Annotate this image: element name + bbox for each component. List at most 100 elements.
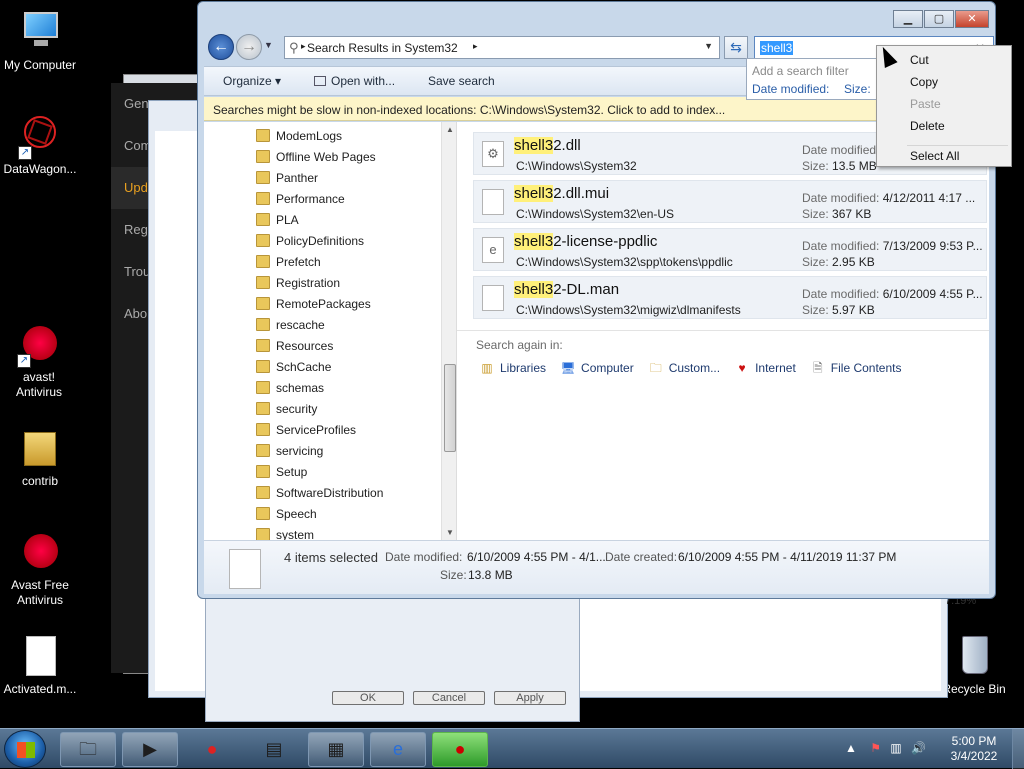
taskbar-control-panel[interactable]: ▦: [308, 732, 364, 767]
folder-icon: [256, 381, 270, 394]
folder-icon: [256, 297, 270, 310]
taskbar-avast[interactable]: ●: [184, 732, 240, 767]
address-bar[interactable]: ⚲ ▸ Search Results in System32 ▸ ▼: [284, 36, 720, 59]
recent-pages-dropdown[interactable]: ▼: [264, 40, 273, 50]
clock[interactable]: 5:00 PM 3/4/2022: [946, 734, 1002, 764]
back-button[interactable]: ←: [208, 34, 234, 60]
folder-icon: [256, 507, 270, 520]
avast-icon: [18, 530, 62, 574]
details-pane: 4 items selected Date modified: 6/10/200…: [204, 540, 989, 594]
folder-icon: [256, 444, 270, 457]
internet-explorer-icon: e: [392, 739, 403, 759]
result-size-value: 2.95 KB: [832, 255, 875, 269]
computer-icon: 🖥: [560, 361, 576, 375]
menu-item-select-all[interactable]: Select All: [910, 149, 959, 163]
nav-folder-label: Panther: [276, 171, 319, 185]
search-again-link-label: Internet: [755, 361, 796, 375]
nav-folder-label: system: [276, 528, 315, 540]
avast-icon: ↗: [17, 322, 61, 368]
search-again-link[interactable]: 🗎 File Contents: [810, 360, 902, 376]
nav-folder-label: Registration: [276, 276, 341, 290]
result-row[interactable]: e shell32-license-ppdlic C:\Windows\System…: [473, 228, 987, 271]
filter-date-modified[interactable]: Date modified:: [752, 82, 829, 96]
size-value: 13.8 MB: [468, 568, 513, 582]
search-again-links: ▥ Libraries 🖥 Computer 🗀 Custom... ♥ Internet 🗎 F…: [479, 360, 915, 376]
search-highlight: shell3: [514, 233, 554, 250]
date-created-label: Date created:: [605, 550, 678, 564]
folder-icon: [256, 402, 270, 415]
divider: [457, 330, 989, 331]
taskbar-media-player[interactable]: ▶: [122, 732, 178, 767]
search-again-link[interactable]: ▥ Libraries: [479, 360, 546, 376]
result-name: shell32-DL.man: [514, 281, 619, 298]
folder-icon: [256, 276, 270, 289]
nav-folder-label: ServiceProfiles: [276, 423, 357, 437]
menu-item-copy[interactable]: Copy: [910, 75, 938, 89]
result-date-label: Date modified:: [802, 191, 880, 205]
result-row[interactable]: shell32.dll.mui C:\Windows\System32\en-US…: [473, 180, 987, 223]
scrollbar-thumb[interactable]: [444, 364, 456, 452]
scroll-up-icon: ▲: [446, 125, 454, 134]
desktop-icon-datawagon[interactable]: ↗ DataWagon...: [0, 109, 80, 177]
result-size-value: 13.5 MB: [832, 159, 877, 173]
nav-folder-label: ModemLogs: [276, 129, 343, 143]
open-with-button[interactable]: Open with...: [314, 74, 395, 88]
result-date: Date modified: [802, 143, 876, 157]
windows-logo-icon: [17, 742, 35, 758]
desktop-icon-avast-free[interactable]: Avast Free Antivirus: [0, 530, 80, 608]
result-date-label: Date modified:: [802, 239, 880, 253]
result-path: C:\Windows\System32: [516, 159, 637, 173]
search-highlight: shell3: [514, 281, 554, 298]
result-row[interactable]: shell32-DL.man C:\Windows\System32\migwiz…: [473, 276, 987, 319]
start-button[interactable]: [4, 730, 46, 768]
taskbar-app-monitor[interactable]: ▤: [246, 732, 302, 767]
result-date-label: Date modified:: [802, 287, 880, 301]
desktop-icon-my-computer[interactable]: My Computer: [0, 10, 80, 73]
search-again-link[interactable]: 🖥 Computer: [560, 360, 634, 376]
folder-icon: [256, 318, 270, 331]
result-path: C:\Windows\System32\en-US: [516, 207, 675, 221]
index-infobar[interactable]: Searches might be slow in non-indexed lo…: [204, 97, 989, 121]
menu-item-cut[interactable]: Cut: [910, 53, 929, 67]
close-button[interactable]: ✕: [955, 10, 989, 28]
minimize-button[interactable]: ▁: [893, 10, 923, 28]
desktop-icon-contrib[interactable]: contrib: [0, 426, 80, 489]
result-name: shell32.dll.mui: [514, 185, 609, 202]
refresh-button[interactable]: ⇆: [724, 36, 748, 59]
save-search-button[interactable]: Save search: [428, 74, 495, 88]
ie-file-icon: e: [482, 237, 504, 263]
folder-icon: [256, 234, 270, 247]
folder-icon: 🗀: [649, 361, 662, 375]
chevron-down-icon[interactable]: ▼: [704, 41, 713, 51]
result-size-label: Size:: [802, 207, 829, 221]
datawagon-icon: ↗: [17, 109, 63, 160]
result-path: C:\Windows\System32\spp\tokens\ppdlic: [516, 255, 733, 269]
desktop-icon-activated[interactable]: Activated.m...: [0, 634, 80, 697]
taskbar-avast-active[interactable]: ●: [432, 732, 488, 767]
taskbar-ie[interactable]: e: [370, 732, 426, 767]
filter-size[interactable]: Size:: [844, 82, 871, 96]
search-again-link[interactable]: ♥ Internet: [734, 360, 796, 376]
forward-button[interactable]: →: [236, 34, 262, 60]
search-again-link-label: Computer: [581, 361, 634, 375]
organize-button[interactable]: Organize ▾: [223, 74, 281, 88]
desktop-icon-avast[interactable]: ↗ avast! Antivirus: [0, 322, 78, 400]
result-name-rest: 2-license-ppdlic: [553, 233, 658, 250]
search-again-link-label: Custom...: [668, 361, 721, 375]
date-created-value: 6/10/2009 4:55 PM - 4/11/2019 11:37 PM: [678, 550, 897, 564]
nav-folder-label: SoftwareDistribution: [276, 486, 384, 500]
maximize-button[interactable]: ▢: [924, 10, 954, 28]
action-center-icon: ⚑: [870, 741, 881, 755]
system-tray[interactable]: ▲ ⚑ ▥ 🔊: [845, 741, 926, 755]
search-again-link[interactable]: 🗀 Custom...: [648, 360, 720, 376]
taskbar-explorer[interactable]: 🗀: [60, 732, 116, 767]
scroll-down-icon: ▼: [446, 528, 454, 537]
show-hidden-icons-icon: ▲: [845, 741, 857, 755]
nav-folder-label: Offline Web Pages: [276, 150, 376, 164]
nav-scrollbar[interactable]: ▲ ▼: [441, 122, 456, 540]
bg-ok-button: OK: [332, 691, 404, 705]
menu-item-delete[interactable]: Delete: [910, 119, 945, 133]
result-size: Size: 5.97 KB: [802, 303, 875, 317]
show-desktop-button[interactable]: [1012, 729, 1024, 769]
search-filter-placeholder: Add a search filter: [752, 64, 849, 78]
